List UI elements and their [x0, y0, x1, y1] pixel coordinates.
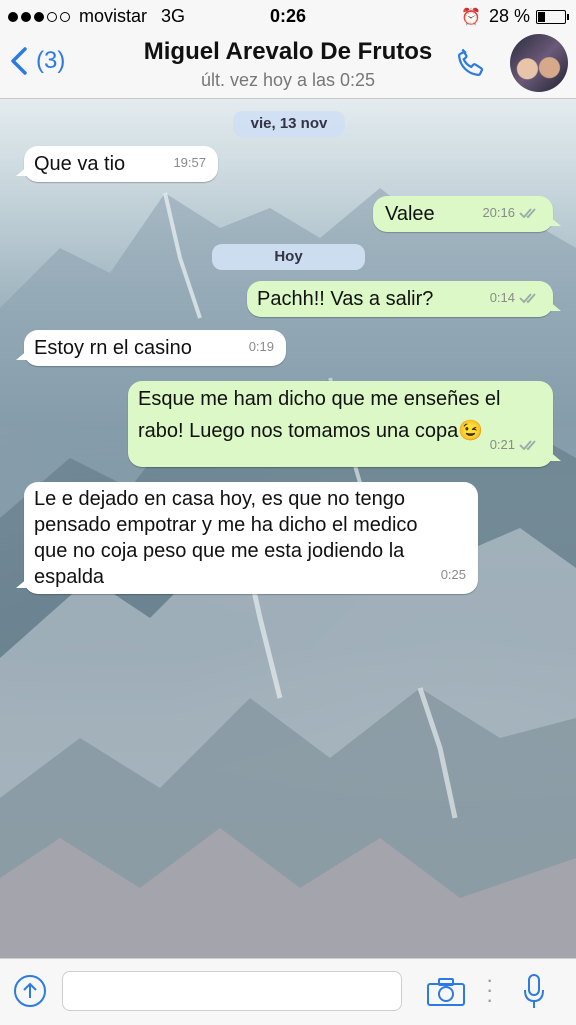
attach-button[interactable]: [14, 975, 46, 1007]
bubble-tail: [549, 216, 561, 226]
message-meta: 0:14: [490, 285, 541, 311]
bubble-tail: [16, 350, 28, 360]
battery-icon: [536, 9, 569, 24]
double-check-icon: [519, 208, 536, 219]
outgoing-message[interactable]: Valee 20:16: [373, 196, 561, 232]
bubble-tail: [549, 301, 561, 311]
camera-button[interactable]: [426, 977, 466, 1012]
bubble-tail: [16, 578, 28, 588]
message-line: que no coja peso que me esta jodiendo la: [34, 540, 405, 562]
status-bar: movistar 3G 0:26 ⏰ 28 %: [0, 0, 576, 32]
message-line: Esque me ham dicho que me enseñes el: [138, 388, 501, 410]
message-time: 0:25: [440, 567, 466, 582]
incoming-message[interactable]: Le e dejado en casa hoy, es que no tengo…: [16, 482, 478, 594]
date-separator: vie, 13 nov: [233, 111, 345, 137]
message-composer: · · ·: [0, 958, 576, 1025]
avatar[interactable]: [510, 34, 568, 92]
upload-icon: [23, 982, 37, 998]
bubble-tail: [549, 451, 561, 461]
message-line: espalda: [34, 566, 105, 588]
contact-info[interactable]: Miguel Arevalo De Frutos últ. vez hoy a …: [110, 38, 466, 91]
message-text: Le e dejado en casa hoy, es que no tengo…: [24, 482, 478, 594]
message-line-text: rabo! Luego nos tomamos una copa: [138, 420, 459, 442]
call-button[interactable]: [452, 44, 490, 87]
microphone-icon: [524, 974, 544, 1008]
incoming-message[interactable]: Que va tio 19:57: [16, 146, 218, 182]
message-input[interactable]: [62, 971, 402, 1011]
wink-emoji-icon: 😉: [458, 420, 484, 442]
last-seen-status: últ. vez hoy a las 0:25: [200, 70, 376, 90]
message-time: 0:19: [248, 339, 274, 354]
message-text: Estoy rn el casino: [34, 337, 192, 359]
outgoing-message[interactable]: Pachh!! Vas a salir? 0:14: [247, 281, 561, 317]
unread-count: (3): [36, 47, 66, 74]
message-time: 0:14: [489, 290, 515, 305]
double-check-icon: [519, 293, 536, 304]
message-line: rabo! Luego nos tomamos una copa😉: [138, 415, 543, 447]
chat-header: (3) Miguel Arevalo De Frutos últ. vez ho…: [0, 32, 576, 99]
back-button[interactable]: (3): [10, 46, 65, 76]
message-time: 19:57: [173, 155, 206, 170]
message-line: Le e dejado en casa hoy, es que no tengo: [34, 488, 406, 510]
battery-percent: 28 %: [488, 6, 530, 26]
bubble-tail: [16, 166, 28, 176]
message-time: 0:21: [489, 437, 515, 452]
phone-icon: [457, 48, 484, 77]
date-separator: Hoy: [212, 244, 365, 270]
double-check-icon: [519, 440, 536, 451]
outgoing-message[interactable]: Esque me ham dicho que me enseñes el rab…: [128, 381, 561, 467]
message-line: pensado empotrar y me ha dicho el medico: [34, 514, 418, 536]
incoming-message[interactable]: Estoy rn el casino 0:19: [16, 330, 286, 366]
message-meta: 20:16: [482, 200, 541, 226]
battery-fill: [538, 11, 545, 22]
alarm-icon: ⏰: [461, 8, 481, 26]
camera-icon: [427, 978, 465, 1006]
contact-name: Miguel Arevalo De Frutos: [143, 38, 433, 65]
microphone-button[interactable]: [522, 973, 546, 1016]
status-right: ⏰ 28 %: [461, 6, 569, 27]
divider-dots: · · ·: [486, 967, 494, 1012]
message-meta: 0:21: [490, 429, 541, 461]
message-time: 20:16: [482, 205, 515, 220]
chevron-left-icon: [11, 47, 27, 75]
